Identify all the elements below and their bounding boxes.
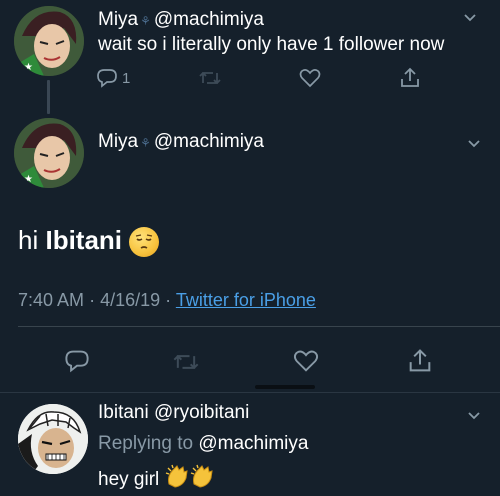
tweet-meta: 7:40 AM · 4/16/19 · Twitter for iPhone <box>18 290 316 311</box>
share-button[interactable] <box>398 66 422 95</box>
avatar[interactable]: ★ <box>14 6 84 76</box>
display-name[interactable]: Miya <box>98 9 138 30</box>
share-icon <box>401 67 419 87</box>
separator: · <box>165 290 172 310</box>
reply-button[interactable]: 1 <box>96 67 130 89</box>
tweet2-text: hi Ibitani <box>18 225 160 258</box>
reply-button[interactable] <box>64 348 90 379</box>
share-button[interactable] <box>406 347 434 380</box>
flower-badge-icon: ⚘ <box>140 136 151 150</box>
replying-label: Replying to <box>98 433 194 454</box>
retweet-button[interactable] <box>172 349 200 380</box>
redaction-mark <box>255 385 315 389</box>
chevron-down-icon[interactable] <box>462 10 478 31</box>
chevron-down-icon[interactable] <box>466 408 482 429</box>
tweet2-author[interactable]: Miya ⚘ @machimiya <box>98 131 264 153</box>
source-link[interactable]: Twitter for iPhone <box>176 290 316 310</box>
display-name[interactable]: Ibitani <box>98 402 149 423</box>
svg-text:★: ★ <box>24 62 33 73</box>
avatar[interactable] <box>18 404 88 474</box>
handle[interactable]: @ryoibitani <box>154 402 249 423</box>
reply-icon <box>97 69 117 88</box>
heart-icon <box>299 69 321 88</box>
share-icon <box>409 349 431 372</box>
tweet1-text: wait so i literally only have 1 follower… <box>98 34 445 55</box>
like-button[interactable] <box>298 67 322 94</box>
retweet-icon <box>173 355 199 369</box>
replying-to: Replying to @machimiya <box>98 433 308 455</box>
chevron-down-icon[interactable] <box>466 136 482 157</box>
reply-icon <box>65 350 89 373</box>
tweet1-author[interactable]: Miya ⚘ @machimiya <box>98 9 264 31</box>
clapping-hands-icon <box>165 464 215 496</box>
like-button[interactable] <box>292 348 320 379</box>
display-name[interactable]: Miya <box>98 131 138 152</box>
replying-to-handle[interactable]: @machimiya <box>198 433 308 454</box>
heart-icon <box>293 350 319 372</box>
divider <box>18 326 500 327</box>
thread-line <box>47 80 50 114</box>
reply-text-row: hey girl <box>98 464 215 496</box>
text-name: Ibitani <box>45 225 123 255</box>
flower-badge-icon: ⚘ <box>140 14 151 28</box>
reply-text: hey girl <box>98 469 160 491</box>
timestamp[interactable]: 7:40 AM <box>18 290 84 310</box>
retweet-button[interactable] <box>198 67 222 94</box>
text-prefix: hi <box>18 225 46 255</box>
handle[interactable]: @machimiya <box>154 9 264 30</box>
reply-count: 1 <box>122 69 131 87</box>
divider <box>0 392 500 393</box>
svg-text:★: ★ <box>24 174 33 185</box>
separator: · <box>89 290 96 310</box>
reply-author[interactable]: Ibitani @ryoibitani <box>98 402 249 424</box>
date[interactable]: 4/16/19 <box>100 290 160 310</box>
avatar[interactable]: ★ <box>14 118 84 188</box>
retweet-icon <box>199 72 221 84</box>
pensive-face-icon <box>129 227 160 258</box>
handle[interactable]: @machimiya <box>154 131 264 152</box>
